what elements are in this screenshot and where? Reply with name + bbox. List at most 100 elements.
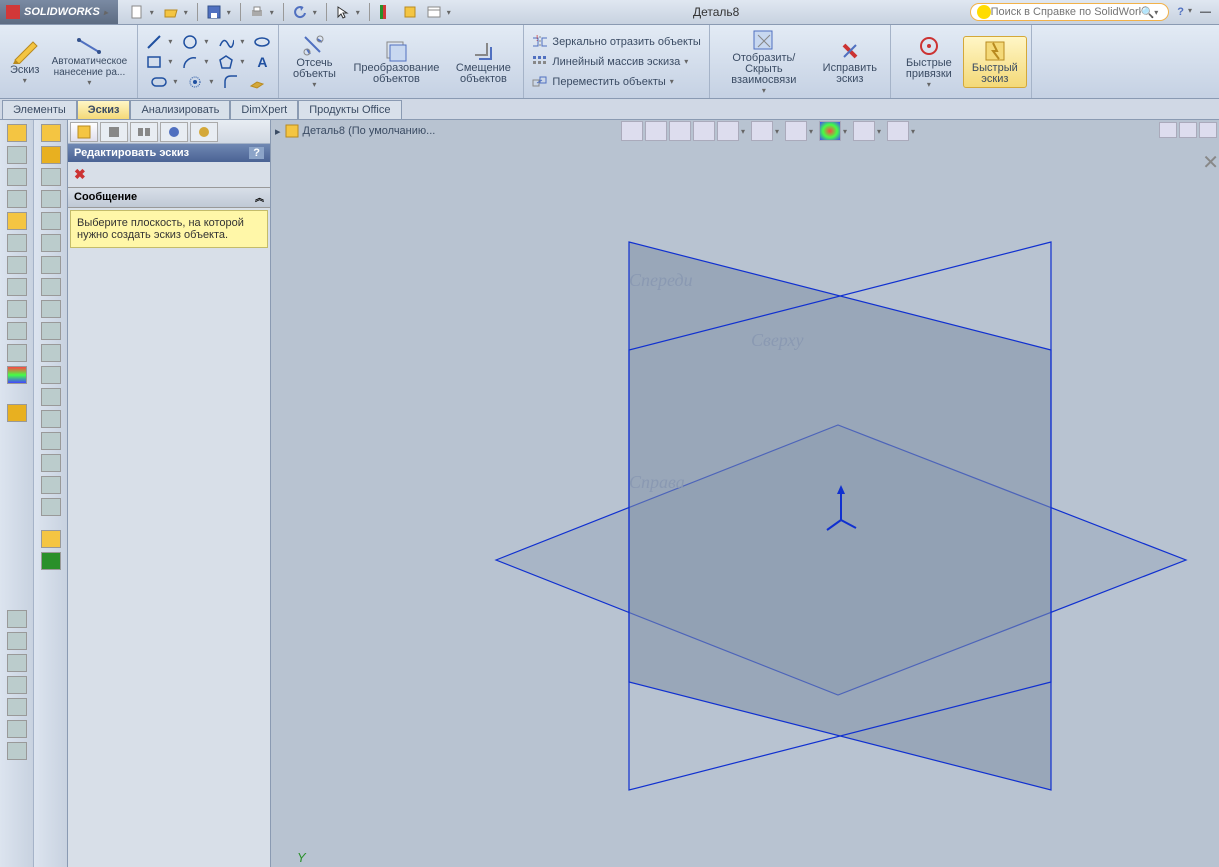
property-help[interactable]: ? [249, 147, 264, 159]
slot-tool[interactable] [147, 72, 171, 92]
centerline-icon[interactable] [41, 300, 61, 318]
tab-analyze[interactable]: Анализировать [130, 100, 230, 119]
boundary-icon[interactable] [7, 300, 27, 318]
tab-sketch[interactable]: Эскиз [77, 100, 131, 119]
extrude-icon[interactable] [7, 168, 27, 186]
message-header[interactable]: Сообщение ︽ [68, 187, 270, 208]
tb-icon-3[interactable] [7, 654, 27, 672]
arc-tool[interactable] [178, 52, 202, 72]
appearance-icon[interactable] [7, 366, 27, 384]
show-hide-relations-button[interactable]: Отобразить/Скрыть взаимосвязи▾ [714, 27, 814, 97]
offset-button[interactable]: Смещение объектов [447, 37, 519, 87]
select-arrow-icon[interactable] [7, 404, 27, 422]
ellipse-tool[interactable] [250, 32, 274, 52]
close-sketch-icon[interactable]: ✕ [1202, 150, 1219, 175]
sketch-spline-icon[interactable] [41, 552, 61, 570]
tb-icon-6[interactable] [7, 720, 27, 738]
construct-icon[interactable] [41, 322, 61, 340]
3d-sketch-icon[interactable] [7, 124, 27, 142]
property-mgr-tab[interactable] [100, 122, 128, 142]
move-button[interactable]: Переместить объекты▾ [528, 72, 681, 92]
search-icon[interactable]: 🔍 [1141, 6, 1155, 19]
tab-dimxpert[interactable]: DimXpert [230, 100, 298, 119]
point2-icon[interactable] [41, 278, 61, 296]
rect-tool[interactable] [142, 52, 166, 72]
save-button[interactable] [203, 2, 225, 22]
feature-tree-tab[interactable] [70, 122, 98, 142]
dimxpert-mgr-tab[interactable] [160, 122, 188, 142]
sketch-button[interactable]: Эскиз ▾ [4, 36, 45, 87]
line2-icon[interactable] [41, 168, 61, 186]
tb-icon-4[interactable] [7, 676, 27, 694]
measure-icon[interactable] [41, 146, 61, 164]
collapse-icon[interactable]: ︽ [255, 191, 264, 204]
mirror-button[interactable]: !Зеркально отразить объекты [528, 32, 704, 52]
spline2-icon[interactable] [41, 256, 61, 274]
new-button[interactable] [126, 2, 148, 22]
plane2-icon[interactable] [41, 344, 61, 362]
circle-tool[interactable] [178, 32, 202, 52]
tab-elements[interactable]: Элементы [2, 100, 77, 119]
sweep-icon[interactable] [7, 212, 27, 230]
polygon-tool[interactable] [214, 52, 238, 72]
auto-dimension-button[interactable]: Автоматическое нанесение ра... ▾ [45, 34, 133, 89]
chevron-right-icon: ▸ [104, 8, 112, 17]
spline-tool[interactable] [214, 32, 238, 52]
sketch-entity-icon[interactable] [7, 146, 27, 164]
rebuild-button[interactable] [375, 2, 397, 22]
open-button[interactable] [160, 2, 182, 22]
mirror2-icon[interactable] [41, 366, 61, 384]
circle2-icon[interactable] [41, 212, 61, 230]
help-search[interactable]: 🔍 ▾ [970, 3, 1170, 21]
properties-button[interactable] [423, 2, 445, 22]
arc2-icon[interactable] [41, 234, 61, 252]
pattern2-icon[interactable] [41, 498, 61, 516]
extend-icon[interactable] [41, 410, 61, 428]
trim-button[interactable]: Отсечь объекты▾ [283, 32, 345, 91]
loft-icon[interactable] [7, 278, 27, 296]
cut-revolve-icon[interactable] [7, 256, 27, 274]
print-button[interactable] [246, 2, 268, 22]
undo-button[interactable] [289, 2, 311, 22]
dimension-icon[interactable] [41, 124, 61, 142]
revolve-icon[interactable] [7, 190, 27, 208]
convert2-icon[interactable] [41, 454, 61, 472]
axis-y-label: Y [297, 850, 306, 865]
tb-icon-7[interactable] [7, 742, 27, 760]
menu-dash[interactable]: — [1200, 6, 1211, 18]
line-tool[interactable] [142, 32, 166, 52]
quick-access-toolbar: ▾ ▾ ▾ ▾ ▾ ▾ ▾ [118, 2, 463, 22]
tb-icon-1[interactable] [7, 610, 27, 628]
sketch-check-icon[interactable] [41, 530, 61, 548]
quick-sketch-button[interactable]: Быстрый эскиз [963, 36, 1027, 88]
offset2-icon[interactable] [41, 432, 61, 450]
point-tool[interactable] [183, 72, 207, 92]
tab-office[interactable]: Продукты Office [298, 100, 401, 119]
trim2-icon[interactable] [41, 388, 61, 406]
repair-sketch-button[interactable]: Исправить эскиз [814, 37, 886, 87]
linear-pattern-button[interactable]: Линейный массив эскиза▾ [528, 52, 696, 72]
display-mgr-tab[interactable] [190, 122, 218, 142]
config-mgr-tab[interactable] [130, 122, 158, 142]
plane-tool[interactable] [245, 72, 269, 92]
tb-icon-5[interactable] [7, 698, 27, 716]
tb-icon-2[interactable] [7, 632, 27, 650]
viewport[interactable]: ▸ Деталь8 (По умолчанию... ▾ ▾ ▾ ▾ ▾ ▾ ✕ [271, 120, 1219, 867]
fillet-tool[interactable] [219, 72, 243, 92]
viewport-3-icon[interactable] [1199, 122, 1217, 138]
document-title: Деталь8 [463, 5, 970, 19]
cut-extrude-icon[interactable] [7, 234, 27, 252]
chamfer-icon[interactable] [7, 344, 27, 362]
search-input[interactable] [991, 6, 1141, 18]
app-logo[interactable]: SOLIDWORKS ▸ [0, 0, 118, 24]
rect2-icon[interactable] [41, 190, 61, 208]
relation-icon[interactable] [41, 476, 61, 494]
text-tool[interactable]: A [250, 52, 274, 72]
quick-snaps-button[interactable]: Быстрые привязки▾ [895, 32, 963, 91]
help-button[interactable]: ? [1177, 6, 1184, 18]
cancel-icon[interactable]: ✖ [74, 166, 86, 182]
select-button[interactable] [332, 2, 354, 22]
options-button[interactable] [399, 2, 421, 22]
convert-button[interactable]: Преобразование объектов [345, 37, 447, 87]
fillet-feature-icon[interactable] [7, 322, 27, 340]
